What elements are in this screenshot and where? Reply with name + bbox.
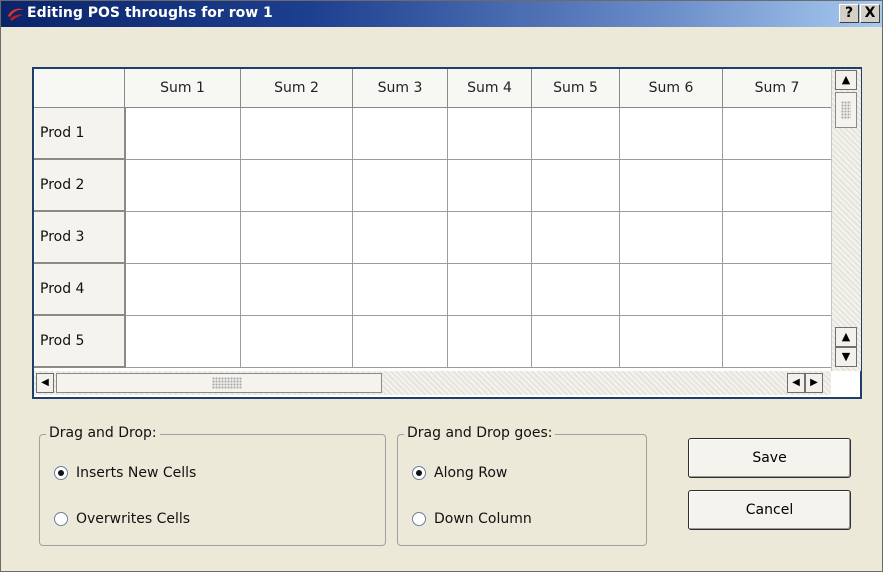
- grid-corner-cell[interactable]: [34, 69, 125, 108]
- grid-cell[interactable]: [352, 159, 448, 212]
- grid-cell[interactable]: [240, 315, 353, 368]
- radio-label[interactable]: Inserts New Cells: [76, 465, 196, 481]
- grid-cell[interactable]: [531, 159, 620, 212]
- scroll-up-arrow-icon[interactable]: ▲: [835, 70, 857, 90]
- grid-table: Sum 1 Sum 2 Sum 3 Sum 4 Sum 5 Sum 6 Sum …: [34, 69, 832, 368]
- row-header-prod-3[interactable]: Prod 3: [34, 210, 126, 264]
- window-title: Editing POS throughs for row 1: [27, 5, 273, 21]
- grid-cell[interactable]: [722, 107, 832, 160]
- save-button[interactable]: Save: [688, 438, 851, 478]
- grid-cell[interactable]: [447, 211, 532, 264]
- table-row: Prod 3: [34, 210, 832, 264]
- radio-along-row[interactable]: Along Row: [412, 463, 507, 483]
- scroll-down-arrow-icon[interactable]: ▼: [835, 347, 857, 367]
- table-row: Prod 5: [34, 314, 832, 368]
- close-button[interactable]: X: [860, 4, 880, 23]
- grip-dots-icon: [841, 101, 851, 119]
- grid-cell[interactable]: [447, 159, 532, 212]
- grid-cell[interactable]: [124, 159, 241, 212]
- column-header-sum-6[interactable]: Sum 6: [619, 69, 723, 108]
- title-bar[interactable]: Editing POS throughs for row 1 ? X: [1, 1, 882, 27]
- grid-cell[interactable]: [124, 211, 241, 264]
- row-header-prod-5[interactable]: Prod 5: [34, 314, 126, 368]
- drag-and-drop-legend: Drag and Drop:: [46, 425, 160, 441]
- scroll-left-arrow-icon[interactable]: ◀: [36, 373, 54, 393]
- cancel-button[interactable]: Cancel: [688, 490, 851, 530]
- radio-overwrites-cells[interactable]: Overwrites Cells: [54, 509, 190, 529]
- grid-cell[interactable]: [619, 211, 723, 264]
- grid-cell[interactable]: [619, 159, 723, 212]
- grid-header-row: Sum 1 Sum 2 Sum 3 Sum 4 Sum 5 Sum 6 Sum …: [34, 69, 832, 108]
- radio-inserts-new-cells[interactable]: Inserts New Cells: [54, 463, 196, 483]
- grid-cell[interactable]: [531, 211, 620, 264]
- grid-cell[interactable]: [722, 315, 832, 368]
- grid-cell[interactable]: [447, 315, 532, 368]
- horizontal-scroll-thumb[interactable]: [56, 373, 382, 393]
- row-header-prod-2[interactable]: Prod 2: [34, 158, 126, 212]
- grid-cell[interactable]: [352, 315, 448, 368]
- grid-cell[interactable]: [240, 159, 353, 212]
- scroll-up-arrow-icon[interactable]: ▲: [835, 327, 857, 347]
- grip-dots-icon: [212, 377, 242, 389]
- grid-cell[interactable]: [619, 107, 723, 160]
- grid-cell[interactable]: [619, 263, 723, 316]
- column-header-sum-1[interactable]: Sum 1: [124, 69, 241, 108]
- grid-cell[interactable]: [722, 263, 832, 316]
- radio-down-column[interactable]: Down Column: [412, 509, 532, 529]
- grid-cell[interactable]: [124, 315, 241, 368]
- table-row: Prod 2: [34, 158, 832, 212]
- grid-cell[interactable]: [352, 107, 448, 160]
- table-row: Prod 4: [34, 262, 832, 316]
- red-swoosh-icon: [8, 8, 24, 21]
- scroll-left-arrow-icon[interactable]: ◀: [787, 373, 805, 393]
- horizontal-scrollbar[interactable]: ◀ ◀ ▶: [34, 371, 831, 395]
- radio-unselected-icon[interactable]: [412, 512, 426, 526]
- grid-cell[interactable]: [124, 263, 241, 316]
- column-header-sum-3[interactable]: Sum 3: [352, 69, 448, 108]
- row-header-prod-4[interactable]: Prod 4: [34, 262, 126, 316]
- radio-label[interactable]: Overwrites Cells: [76, 511, 190, 527]
- grid-cell[interactable]: [531, 263, 620, 316]
- grid-cell[interactable]: [447, 107, 532, 160]
- column-header-sum-5[interactable]: Sum 5: [531, 69, 620, 108]
- grid-cell[interactable]: [531, 107, 620, 160]
- row-header-prod-1[interactable]: Prod 1: [34, 106, 126, 160]
- column-header-sum-2[interactable]: Sum 2: [240, 69, 353, 108]
- radio-selected-icon[interactable]: [54, 466, 68, 480]
- table-row: Prod 1: [34, 106, 832, 160]
- data-grid: Sum 1 Sum 2 Sum 3 Sum 4 Sum 5 Sum 6 Sum …: [32, 67, 862, 399]
- radio-label[interactable]: Down Column: [434, 511, 532, 527]
- vertical-scrollbar[interactable]: ▲ ▲ ▼: [831, 69, 861, 371]
- radio-unselected-icon[interactable]: [54, 512, 68, 526]
- grid-cell[interactable]: [531, 315, 620, 368]
- help-button[interactable]: ?: [839, 4, 859, 23]
- grid-cell[interactable]: [240, 107, 353, 160]
- vertical-scroll-thumb[interactable]: [835, 92, 857, 128]
- grid-cell[interactable]: [722, 159, 832, 212]
- drag-and-drop-group: Drag and Drop: Inserts New Cells Overwri…: [39, 425, 386, 546]
- column-header-sum-7[interactable]: Sum 7: [722, 69, 832, 108]
- drag-and-drop-goes-group: Drag and Drop goes: Along Row Down Colum…: [397, 425, 647, 546]
- grid-cell[interactable]: [619, 315, 723, 368]
- grid-cell[interactable]: [240, 211, 353, 264]
- grid-cell[interactable]: [722, 211, 832, 264]
- drag-and-drop-goes-legend: Drag and Drop goes:: [404, 425, 556, 441]
- scroll-right-arrow-icon[interactable]: ▶: [805, 373, 823, 393]
- grid-cell[interactable]: [447, 263, 532, 316]
- column-header-sum-4[interactable]: Sum 4: [447, 69, 532, 108]
- grid-cell[interactable]: [240, 263, 353, 316]
- grid-cell[interactable]: [124, 107, 241, 160]
- grid-cell[interactable]: [352, 211, 448, 264]
- radio-label[interactable]: Along Row: [434, 465, 507, 481]
- radio-selected-icon[interactable]: [412, 466, 426, 480]
- dialog-window: Editing POS throughs for row 1 ? X Sum 1…: [0, 0, 883, 572]
- grid-cell[interactable]: [352, 263, 448, 316]
